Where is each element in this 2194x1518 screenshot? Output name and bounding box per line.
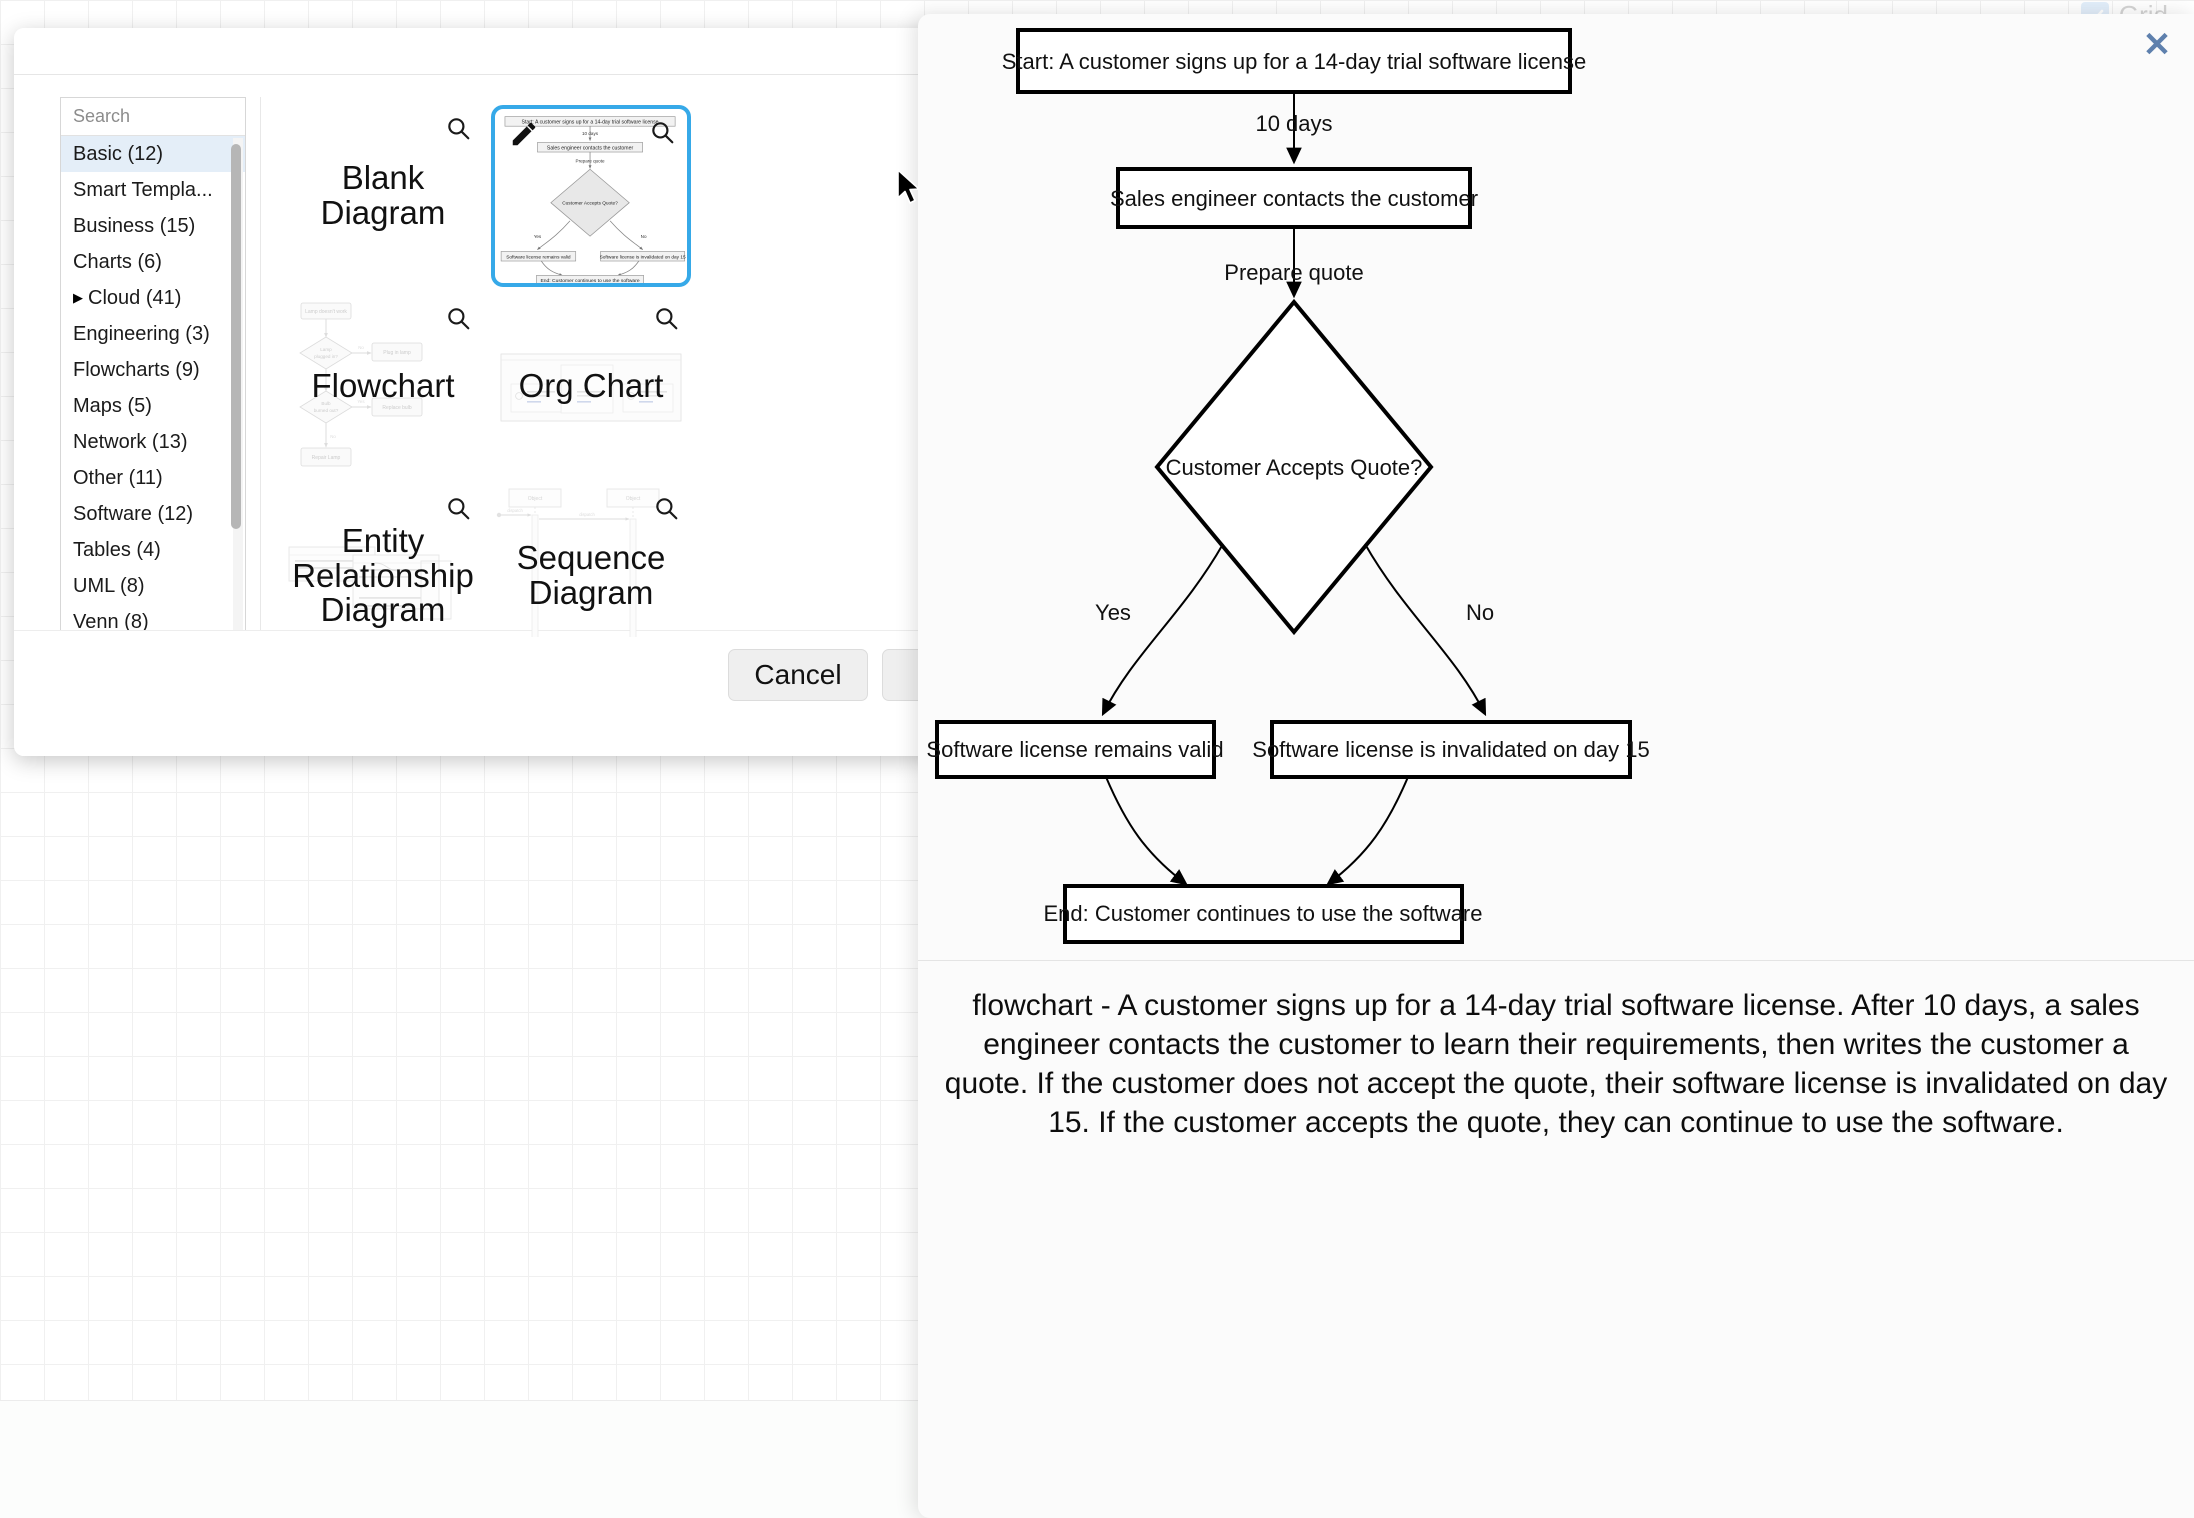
template-card[interactable]: Start: A customer signs up for a 14-day … xyxy=(491,105,691,287)
svg-text:Yes: Yes xyxy=(357,399,365,404)
svg-text:10 days: 10 days xyxy=(1255,111,1332,136)
dialog-body: Basic (12) Smart Templa... Business (15) Ch… xyxy=(14,75,1062,645)
preview-diagram: Start: A customer signs up for a 14-day … xyxy=(918,14,2194,960)
category-scrollbar-track[interactable] xyxy=(231,138,243,634)
search-row xyxy=(61,98,326,136)
category-sidebar: Basic (12) Smart Templa... Business (15) Ch… xyxy=(60,97,326,637)
svg-text:Yes: Yes xyxy=(534,234,542,239)
category-item-label: Charts (6) xyxy=(73,250,162,273)
svg-text:Repair Lamp: Repair Lamp xyxy=(312,455,341,461)
svg-text:Prepare quote: Prepare quote xyxy=(1224,260,1363,285)
category-item[interactable]: Flowcharts (9) xyxy=(61,352,245,388)
svg-text:Prepare quote: Prepare quote xyxy=(576,159,605,164)
template-preview-zoom-icon[interactable] xyxy=(445,115,471,141)
category-item-label: UML (8) xyxy=(73,574,145,597)
template-card[interactable]: Org Chart xyxy=(491,295,691,477)
svg-text:Software license is invalidate: Software license is invalidated on day 1… xyxy=(600,255,686,261)
svg-text:Bulb: Bulb xyxy=(321,401,331,406)
category-item[interactable]: Other (11) xyxy=(61,460,245,496)
template-card[interactable]: Lamp doesn't work Lamp plugged in? No Pl… xyxy=(283,295,483,477)
category-scrollbar-thumb[interactable] xyxy=(231,144,241,529)
category-item[interactable]: Business (15) xyxy=(61,208,245,244)
svg-text:Start: A customer signs up for: Start: A customer signs up for a 14-day … xyxy=(1002,49,1587,74)
svg-text:Start: A customer signs up for: Start: A customer signs up for a 14-day … xyxy=(522,120,659,126)
svg-text:Software license remains valid: Software license remains valid xyxy=(926,737,1223,762)
svg-text:Yes: Yes xyxy=(1095,600,1131,625)
preview-caption: flowchart - A customer signs up for a 14… xyxy=(944,989,2168,1139)
template-preview-zoom-icon[interactable] xyxy=(445,305,471,331)
category-item[interactable]: Tables (4) xyxy=(61,532,245,568)
svg-text:Sales engineer contacts the cu: Sales engineer contacts the customer xyxy=(1110,186,1478,211)
template-card[interactable]: Blank Diagram xyxy=(283,105,483,287)
svg-text:burned out?: burned out? xyxy=(314,408,339,413)
category-item-label: Other (11) xyxy=(73,466,163,489)
category-item-label: Software (12) xyxy=(73,502,194,525)
svg-text:No: No xyxy=(641,234,647,239)
category-item[interactable]: Maps (5) xyxy=(61,388,245,424)
template-card-title: Blank Diagram xyxy=(320,159,446,231)
template-preview-zoom-icon[interactable] xyxy=(649,119,675,145)
new-diagram-dialog: Basic (12) Smart Templa... Business (15) Ch… xyxy=(14,28,1062,756)
category-item[interactable]: ▶ Cloud (41) xyxy=(61,280,245,316)
template-preview-zoom-icon[interactable] xyxy=(445,495,471,521)
category-item-label: Business (15) xyxy=(73,214,196,237)
preview-divider xyxy=(918,960,2194,961)
svg-text:Object: Object xyxy=(528,496,543,502)
screen-root: Grid APa0it0 xyxy=(0,0,2194,1518)
category-item-label: Flowcharts (9) xyxy=(73,358,200,381)
category-item-label: Smart Templa... xyxy=(73,178,213,201)
category-item[interactable]: Basic (12) xyxy=(61,136,245,172)
template-card[interactable] xyxy=(699,485,899,637)
svg-text:Replace bulb: Replace bulb xyxy=(382,405,411,411)
category-item-label: Engineering (3) xyxy=(73,322,210,345)
svg-text:No: No xyxy=(330,434,336,439)
category-list[interactable]: Basic (12) Smart Templa... Business (15) Ch… xyxy=(61,136,245,636)
category-item-label: Maps (5) xyxy=(73,394,152,417)
template-card[interactable]: Entity Relationship Diagram xyxy=(283,485,483,637)
svg-text:Software license remains valid: Software license remains valid xyxy=(506,255,571,261)
template-preview-zoom-icon[interactable] xyxy=(653,495,679,521)
template-preview-panel: ✕ Start: A customer signs up for a 14-da… xyxy=(918,14,2194,1518)
svg-text:Software license is invalidate: Software license is invalidated on day 1… xyxy=(1252,737,1649,762)
chevron-right-icon[interactable]: ▶ xyxy=(73,290,83,306)
svg-text:Customer Accepts Quote?: Customer Accepts Quote? xyxy=(1166,455,1423,480)
dialog-title-bar xyxy=(14,28,1062,75)
template-preview-zoom-icon[interactable] xyxy=(653,305,679,331)
category-item-label: Tables (4) xyxy=(73,538,161,561)
template-card[interactable] xyxy=(699,105,899,287)
svg-text:dispatch: dispatch xyxy=(507,508,523,513)
svg-text:End: Customer continues to use: End: Customer continues to use the softw… xyxy=(1043,901,1482,926)
svg-text:dispatch: dispatch xyxy=(579,512,595,517)
svg-text:End: Customer continues to use: End: Customer continues to use the softw… xyxy=(540,278,639,283)
svg-text:Customer Accepts Quote?: Customer Accepts Quote? xyxy=(562,201,618,207)
template-card[interactable]: Object Object dispatch dispatch Sequence… xyxy=(491,485,691,637)
svg-text:No: No xyxy=(358,345,364,350)
category-item[interactable]: Engineering (3) xyxy=(61,316,245,352)
category-item[interactable]: Network (13) xyxy=(61,424,245,460)
category-item[interactable]: Charts (6) xyxy=(61,244,245,280)
category-item-label: Basic (12) xyxy=(73,142,164,165)
svg-text:Plug in lamp: Plug in lamp xyxy=(383,350,411,356)
category-item[interactable]: Software (12) xyxy=(61,496,245,532)
category-item-label: Cloud (41) xyxy=(88,286,182,309)
cancel-button[interactable]: Cancel xyxy=(728,649,868,701)
dialog-footer: Cancel From xyxy=(14,630,1062,756)
template-card[interactable] xyxy=(699,295,899,477)
svg-text:No: No xyxy=(1466,600,1494,625)
svg-text:plugged in?: plugged in? xyxy=(314,354,338,359)
svg-text:Lamp: Lamp xyxy=(320,347,332,352)
category-item[interactable]: Smart Templa... xyxy=(61,172,245,208)
svg-text:10 days: 10 days xyxy=(582,131,599,136)
svg-text:Lamp doesn't work: Lamp doesn't work xyxy=(305,309,347,315)
category-item[interactable]: UML (8) xyxy=(61,568,245,604)
edit-pencil-icon[interactable] xyxy=(509,119,539,149)
svg-text:Object: Object xyxy=(626,496,641,502)
category-item-label: Network (13) xyxy=(73,430,188,453)
svg-text:Sales engineer contacts the cu: Sales engineer contacts the customer xyxy=(547,146,634,152)
